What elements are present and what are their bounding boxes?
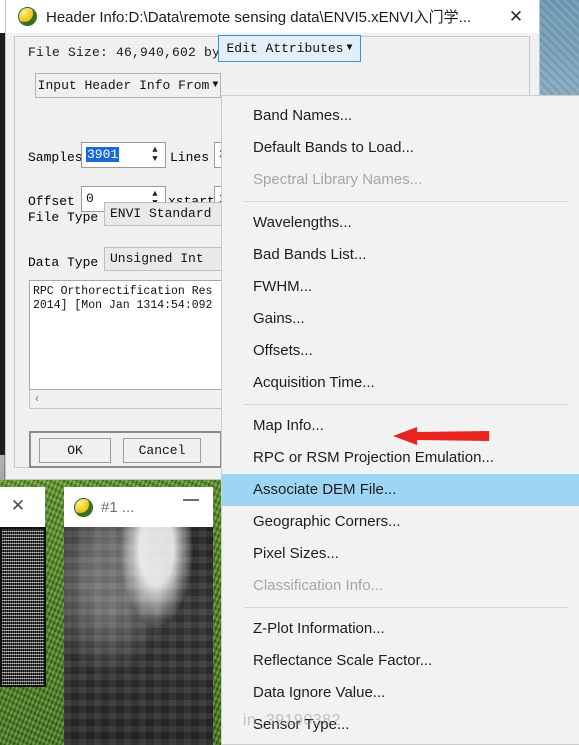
dialog-titlebar: Header Info:D:\Data\remote sensing data\…	[6, 0, 539, 33]
menu-item[interactable]: Data Ignore Value...	[222, 677, 579, 709]
image-window-title: #1 ...	[101, 498, 135, 516]
edit-attributes-button[interactable]: Edit Attributes ▼	[218, 35, 361, 62]
menu-item[interactable]: Gains...	[222, 303, 579, 335]
offset-label: Offset	[28, 194, 75, 209]
edit-attributes-menu: Band Names... Default Bands to Load... Spe…	[221, 95, 579, 745]
watermark-text: in_39190382	[243, 712, 342, 729]
edit-attributes-label: Edit Attributes	[226, 41, 344, 56]
chevron-down-icon: ▼	[346, 43, 353, 54]
menu-item[interactable]: Z-Plot Information...	[222, 613, 579, 645]
menu-separator	[244, 607, 569, 608]
menu-item[interactable]: Pixel Sizes...	[222, 538, 579, 570]
mini-window: ✕	[0, 487, 45, 527]
close-icon[interactable]: ✕	[9, 497, 27, 515]
file-size-label: File Size: 46,940,602 bytes	[28, 45, 245, 60]
menu-item[interactable]: Associate DEM File...	[222, 474, 579, 506]
data-type-value[interactable]: Unsigned Int	[104, 247, 234, 271]
description-line-2: 2014] [Mon Jan 1314:54:092	[33, 299, 213, 312]
menu-item[interactable]: Geographic Corners...	[222, 506, 579, 538]
menu-item[interactable]: Reflectance Scale Factor...	[222, 645, 579, 677]
menu-item[interactable]: Bad Bands List...	[222, 239, 579, 271]
menu-item[interactable]: RPC or RSM Projection Emulation...	[222, 442, 579, 474]
menu-item[interactable]: FWHM...	[222, 271, 579, 303]
data-type-label: Data Type	[28, 255, 99, 270]
annotation-arrow-icon	[393, 427, 489, 445]
lines-label: Lines	[170, 150, 210, 165]
menu-separator	[244, 404, 569, 405]
screen-root: ✕ #1 ... Header Info:D:\Data\remote sens…	[0, 0, 579, 745]
image-window-titlebar: #1 ...	[64, 487, 213, 527]
menu-item[interactable]: Band Names...	[222, 100, 579, 132]
image-window-canvas[interactable]	[64, 527, 213, 745]
description-textarea[interactable]: RPC Orthorectification Res 2014] [Mon Ja…	[29, 280, 229, 390]
menu-item[interactable]: Acquisition Time...	[222, 367, 579, 399]
menu-item: Spectral Library Names...	[253, 171, 423, 188]
envi-logo-icon	[74, 497, 93, 517]
ok-button[interactable]: OK	[39, 438, 111, 463]
image-window: #1 ...	[64, 487, 213, 745]
scroll-left-icon[interactable]: ‹	[35, 391, 39, 405]
dialog-close-icon[interactable]: ✕	[506, 7, 526, 27]
background-right-texture	[538, 0, 579, 103]
envi-logo-icon	[18, 7, 37, 26]
cancel-button[interactable]: Cancel	[123, 438, 201, 463]
minimize-icon[interactable]	[183, 499, 199, 501]
file-type-value[interactable]: ENVI Standard	[104, 202, 234, 226]
menu-item[interactable]: Wavelengths...	[222, 207, 579, 239]
description-line-1: RPC Orthorectification Res	[33, 285, 213, 298]
input-header-info-from-label: Input Header Info From	[37, 78, 210, 93]
menu-item[interactable]: Default Bands to Load...	[222, 132, 579, 164]
menu-item: Classification Info...	[253, 577, 384, 594]
dialog-title: Header Info:D:\Data\remote sensing data\…	[46, 9, 472, 26]
dialog-button-bar: OK Cancel	[29, 431, 222, 468]
raster-thumbnail	[0, 527, 46, 687]
description-horizontal-scrollbar[interactable]: ‹	[29, 390, 229, 409]
samples-input[interactable]: 3901 ▲ ▼	[81, 142, 166, 168]
chevron-down-icon: ▼	[212, 80, 219, 91]
samples-value: 3901	[86, 147, 120, 162]
file-type-label: File Type	[28, 210, 99, 225]
menu-item[interactable]: Default Stretch...	[222, 741, 579, 745]
menu-separator	[244, 201, 569, 202]
input-header-info-from-button[interactable]: Input Header Info From ▼	[35, 73, 221, 98]
samples-label: Samples	[28, 150, 83, 165]
samples-stepper-icon[interactable]: ▲ ▼	[148, 146, 162, 164]
menu-item[interactable]: Offsets...	[222, 335, 579, 367]
offset-value: 0	[86, 191, 94, 206]
